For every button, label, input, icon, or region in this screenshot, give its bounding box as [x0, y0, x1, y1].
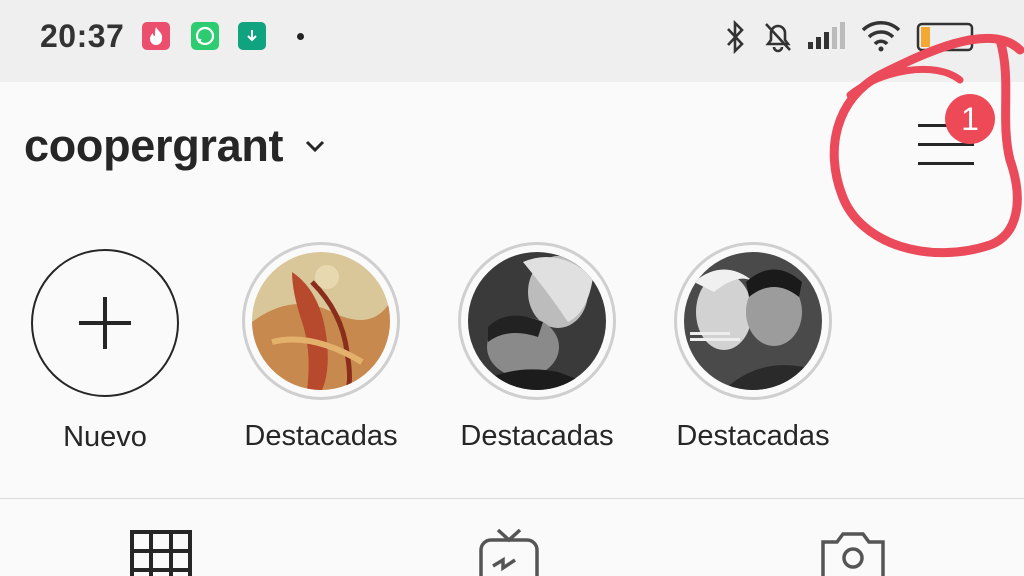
plus-icon — [79, 297, 131, 349]
igtv-icon[interactable] — [478, 528, 540, 576]
highlight-item[interactable]: Destacadas — [236, 242, 406, 453]
whatsapp-icon — [191, 22, 219, 50]
notification-badge: 1 — [945, 94, 995, 144]
highlight-cover-image[interactable] — [468, 252, 606, 390]
tinder-icon — [142, 22, 170, 50]
highlight-cover-image[interactable] — [684, 252, 822, 390]
highlight-item[interactable]: Destacadas — [668, 242, 838, 453]
bluetooth-icon — [727, 20, 744, 54]
signal-icon — [808, 22, 845, 49]
status-time: 20:37 — [40, 18, 125, 54]
chevron-down-icon[interactable] — [302, 134, 328, 158]
mute-icon — [765, 23, 791, 53]
highlight-item[interactable]: Destacadas — [452, 242, 622, 453]
tagged-icon[interactable] — [820, 528, 886, 576]
new-highlight-circle[interactable] — [31, 249, 179, 397]
highlight-label: Destacadas — [244, 420, 398, 452]
highlight-label: Destacadas — [460, 420, 614, 452]
download-icon — [238, 22, 266, 50]
tabs-divider — [0, 498, 1024, 499]
grid-icon[interactable] — [130, 528, 192, 576]
highlight-label: Nuevo — [63, 421, 147, 453]
profile-username[interactable]: coopergrant — [24, 120, 284, 172]
wifi-icon — [861, 21, 901, 52]
status-bar: 20:37 — [0, 0, 1024, 82]
battery-icon — [916, 22, 974, 52]
more-notifications-dot — [297, 33, 304, 40]
highlight-label: Destacadas — [676, 420, 830, 452]
highlight-cover-image[interactable] — [252, 252, 390, 390]
new-highlight-button[interactable]: Nuevo — [20, 242, 190, 454]
